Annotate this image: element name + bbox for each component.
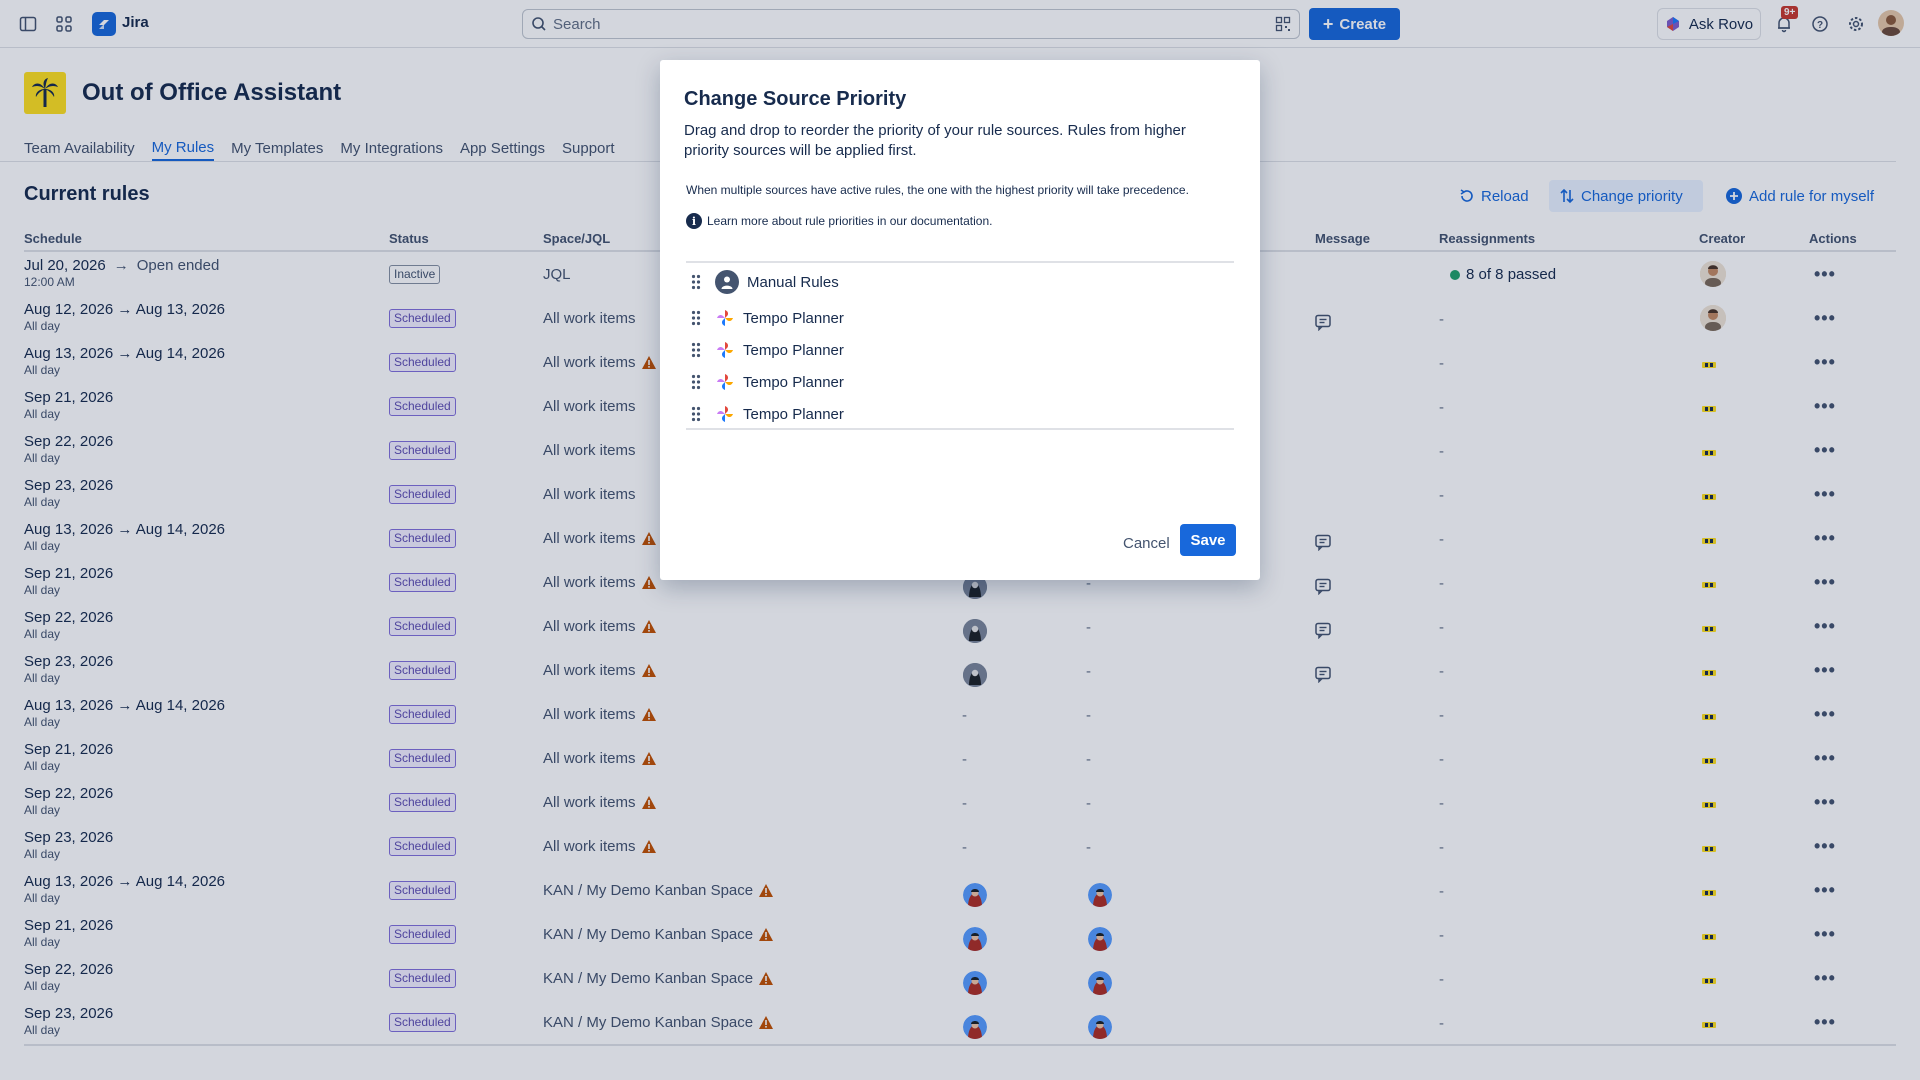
person-icon xyxy=(715,270,739,294)
source-label: Tempo Planner xyxy=(743,341,844,359)
drag-handle-icon[interactable] xyxy=(691,310,701,326)
tempo-logo-icon xyxy=(717,310,733,326)
save-button[interactable]: Save xyxy=(1180,524,1236,556)
source-item[interactable]: Tempo Planner xyxy=(686,303,1234,333)
source-label: Tempo Planner xyxy=(743,309,844,327)
dialog-title: Change Source Priority xyxy=(684,88,907,110)
source-label: Tempo Planner xyxy=(743,373,844,391)
source-list-bottom-divider xyxy=(686,428,1234,430)
tempo-logo-icon xyxy=(717,406,733,422)
source-label: Manual Rules xyxy=(747,273,839,291)
tempo-logo-icon xyxy=(717,374,733,390)
source-item[interactable]: Tempo Planner xyxy=(686,367,1234,397)
source-item[interactable]: Tempo Planner xyxy=(686,335,1234,365)
drag-handle-icon[interactable] xyxy=(691,274,701,290)
drag-handle-icon[interactable] xyxy=(691,342,701,358)
source-item[interactable]: Tempo Planner xyxy=(686,399,1234,429)
dialog-info: i Learn more about rule priorities in ou… xyxy=(686,213,993,229)
tempo-logo-icon xyxy=(717,342,733,358)
change-priority-dialog: Change Source Priority Drag and drop to … xyxy=(660,60,1260,580)
dialog-note: When multiple sources have active rules,… xyxy=(686,183,1189,197)
source-label: Tempo Planner xyxy=(743,405,844,423)
info-text: Learn more about rule priorities in our … xyxy=(707,214,993,228)
dialog-description: Drag and drop to reorder the priority of… xyxy=(684,122,1186,159)
source-item[interactable]: Manual Rules xyxy=(686,267,1234,297)
cancel-button[interactable]: Cancel xyxy=(1115,527,1178,559)
info-icon: i xyxy=(686,213,702,229)
drag-handle-icon[interactable] xyxy=(691,374,701,390)
source-list-top-divider xyxy=(686,261,1234,263)
drag-handle-icon[interactable] xyxy=(691,406,701,422)
